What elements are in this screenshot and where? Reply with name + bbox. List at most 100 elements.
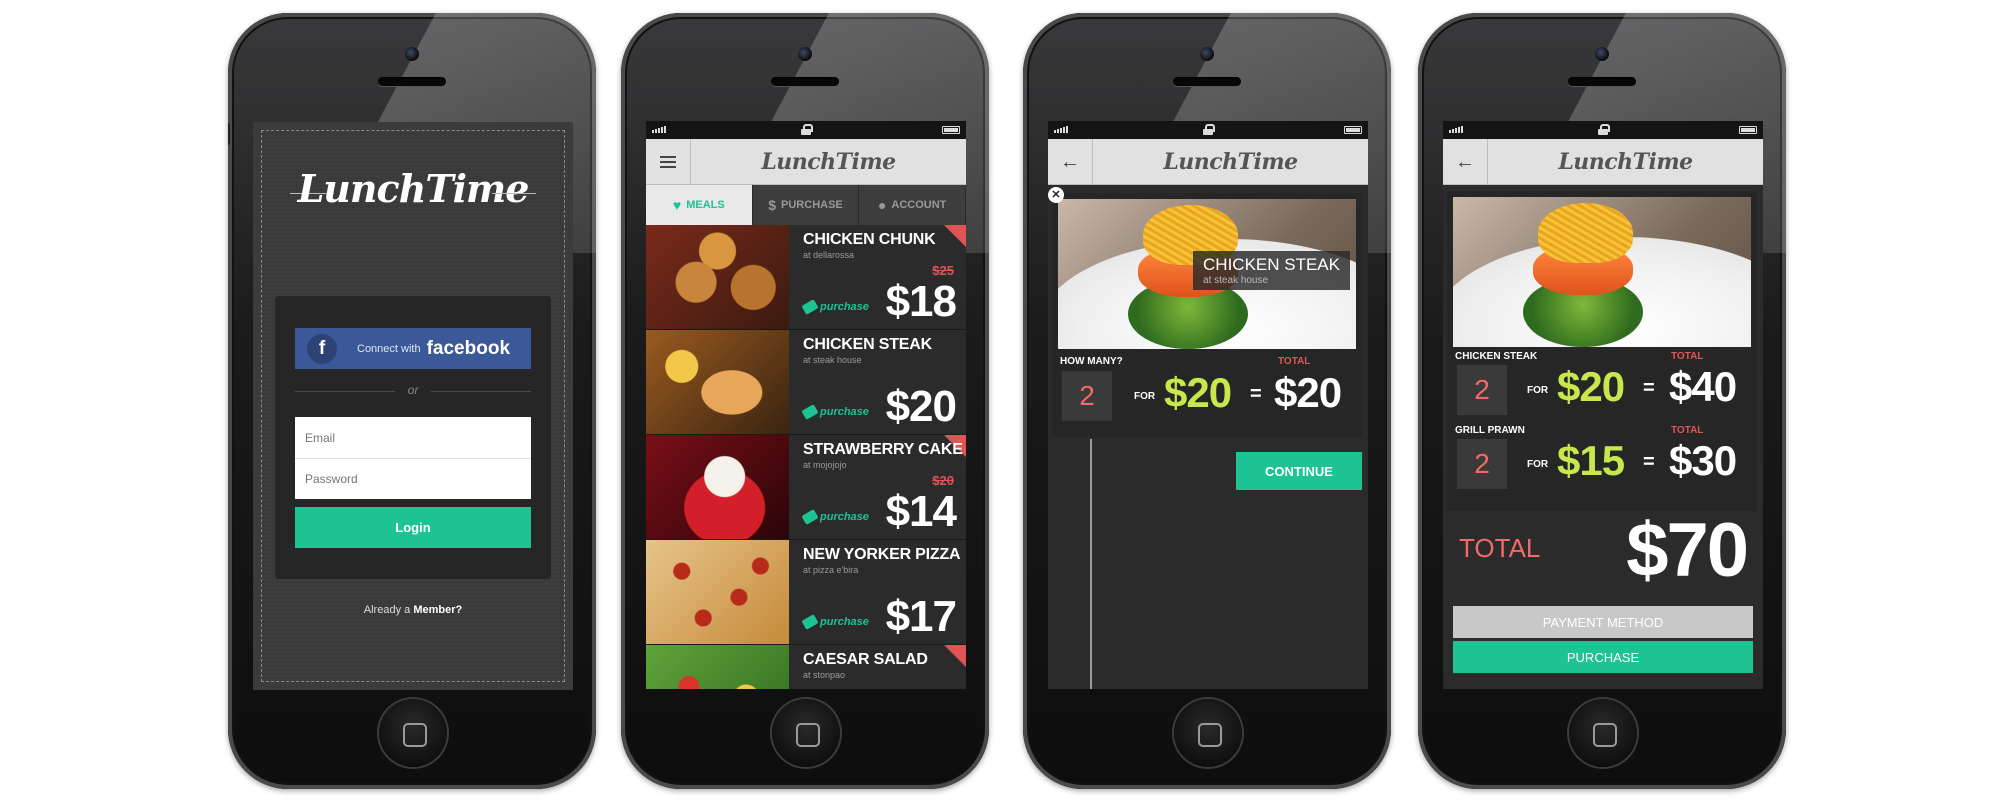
meal-name: STRAWBERRY CAKE	[803, 441, 963, 458]
signal-icon	[652, 126, 666, 133]
brand-logo: LunchTime	[1163, 149, 1298, 175]
battery-icon	[1739, 126, 1757, 134]
camera	[798, 47, 812, 61]
for-label: FOR	[1527, 459, 1549, 470]
speaker	[1173, 77, 1241, 86]
purchase-tag[interactable]: purchase	[801, 299, 869, 315]
facebook-connect-button[interactable]: f Connect with facebook	[295, 328, 531, 369]
back-arrow-icon: ←	[1060, 150, 1080, 173]
phone-login: LunchTime f Connect with facebook or Log…	[228, 13, 596, 789]
quantity-stepper[interactable]: 2	[1457, 439, 1507, 489]
phone-cart: ← LunchTime CHICKEN STEAK TOTAL 2 FOR $2…	[1418, 13, 1786, 789]
tab-account[interactable]: ● ACCOUNT	[859, 185, 966, 225]
login-button[interactable]: Login	[295, 507, 531, 548]
signal-icon	[1449, 126, 1463, 133]
top-bar: LunchTime	[646, 139, 966, 185]
camera	[405, 47, 419, 61]
tag-icon	[801, 404, 819, 420]
cart-screen: ← LunchTime CHICKEN STEAK TOTAL 2 FOR $2…	[1443, 121, 1763, 689]
tag-icon	[801, 614, 819, 630]
quantity-stepper[interactable]: 2	[1062, 371, 1112, 421]
status-bar	[1443, 121, 1763, 139]
grand-total: $70	[1626, 508, 1749, 593]
payment-method-button[interactable]: PAYMENT METHOD	[1453, 606, 1753, 638]
purchase-button[interactable]: PURCHASE	[1453, 641, 1753, 673]
top-bar: ← LunchTime	[1048, 139, 1368, 185]
lock-icon	[1598, 124, 1610, 135]
or-divider: or	[295, 383, 531, 397]
email-field[interactable]	[295, 417, 531, 458]
grand-total-label: TOTAL	[1459, 533, 1541, 563]
tag-icon	[801, 509, 819, 525]
back-button[interactable]: ←	[1048, 139, 1093, 185]
menu-button[interactable]	[646, 139, 691, 185]
meal-restaurant: at mojojojo	[803, 460, 847, 470]
meal-price: $17	[885, 592, 957, 641]
meal-item[interactable]: CHICKEN STEAK at steak house purchase $2…	[646, 330, 966, 435]
cart-card: CHICKEN STEAK TOTAL 2 FOR $20 = $40 GRIL…	[1447, 191, 1757, 511]
meal-item[interactable]: STRAWBERRY CAKE at mojojojo $20 purchase…	[646, 435, 966, 540]
tag-label: purchase	[820, 511, 869, 523]
member-link[interactable]: Member?	[413, 604, 462, 616]
login-card: f Connect with facebook or Login	[275, 296, 551, 579]
equals-sign: =	[1250, 383, 1262, 405]
unit-price: $20	[1557, 363, 1625, 410]
password-field[interactable]	[295, 458, 531, 499]
already-member[interactable]: Already a Member?	[253, 604, 573, 616]
login-screen: LunchTime f Connect with facebook or Log…	[253, 122, 573, 690]
brand-logo: LunchTime	[297, 166, 530, 211]
line-total: $20	[1274, 369, 1342, 416]
meal-name: CHICKEN STEAK	[803, 336, 932, 353]
back-arrow-icon: ←	[1455, 150, 1475, 173]
back-button[interactable]: ←	[1443, 139, 1488, 185]
tab-purchase[interactable]: $ PURCHASE	[753, 185, 860, 225]
meal-item[interactable]: CAESAR SALAD at stonpao	[646, 645, 966, 689]
meals-screen: LunchTime ♥ MEALS $ PURCHASE ● ACCOUNT CHIC…	[646, 121, 966, 689]
meal-photo	[646, 435, 789, 539]
battery-icon	[942, 126, 960, 134]
quantity-stepper[interactable]: 2	[1457, 365, 1507, 415]
tab-meals[interactable]: ♥ MEALS	[646, 185, 753, 225]
home-button[interactable]	[1569, 699, 1637, 767]
tab-label: MEALS	[686, 199, 725, 211]
meal-item[interactable]: NEW YORKER PIZZA at pizza e'bira purchas…	[646, 540, 966, 645]
lock-icon	[1203, 124, 1215, 135]
close-icon[interactable]: ✕	[1048, 187, 1064, 203]
camera	[1200, 47, 1214, 61]
dish-overlay: CHICKEN STEAK at steak house	[1193, 251, 1350, 290]
home-button[interactable]	[772, 699, 840, 767]
for-label: FOR	[1134, 391, 1156, 402]
food-photo	[1453, 197, 1751, 347]
camera	[1595, 47, 1609, 61]
user-icon: ●	[877, 197, 887, 213]
equals-sign: =	[1643, 451, 1655, 473]
speaker	[378, 77, 446, 86]
purchase-tag[interactable]: purchase	[801, 509, 869, 525]
meal-restaurant: at steak house	[803, 355, 862, 365]
tag-label: purchase	[820, 616, 869, 628]
continue-button[interactable]: CONTINUE	[1236, 452, 1362, 490]
meal-old-price: $20	[932, 473, 954, 488]
lock-icon	[801, 124, 813, 135]
facebook-icon: f	[307, 333, 337, 364]
signal-icon	[1054, 126, 1068, 133]
meal-item[interactable]: CHICKEN CHUNK at dellarossa $25 purchase…	[646, 225, 966, 330]
purchase-tag[interactable]: purchase	[801, 404, 869, 420]
tag-label: purchase	[820, 406, 869, 418]
dish-name: CHICKEN STEAK	[1203, 255, 1340, 274]
purchase-tag[interactable]: purchase	[801, 614, 869, 630]
home-button[interactable]	[379, 699, 447, 767]
timeline-line	[1090, 439, 1092, 689]
meal-name: CAESAR SALAD	[803, 651, 928, 668]
heart-icon: ♥	[672, 197, 682, 213]
detail-card: CHICKEN STEAK at steak house HOW MANY? T…	[1052, 193, 1362, 437]
meal-photo	[646, 540, 789, 644]
unit-price: $15	[1557, 437, 1625, 484]
unit-price: $20	[1164, 369, 1232, 416]
status-bar	[646, 121, 966, 139]
phone-meals: LunchTime ♥ MEALS $ PURCHASE ● ACCOUNT CHIC…	[621, 13, 989, 789]
home-button[interactable]	[1174, 699, 1242, 767]
meal-restaurant: at pizza e'bira	[803, 565, 859, 575]
meal-restaurant: at stonpao	[803, 670, 846, 680]
meal-photo	[646, 645, 789, 689]
